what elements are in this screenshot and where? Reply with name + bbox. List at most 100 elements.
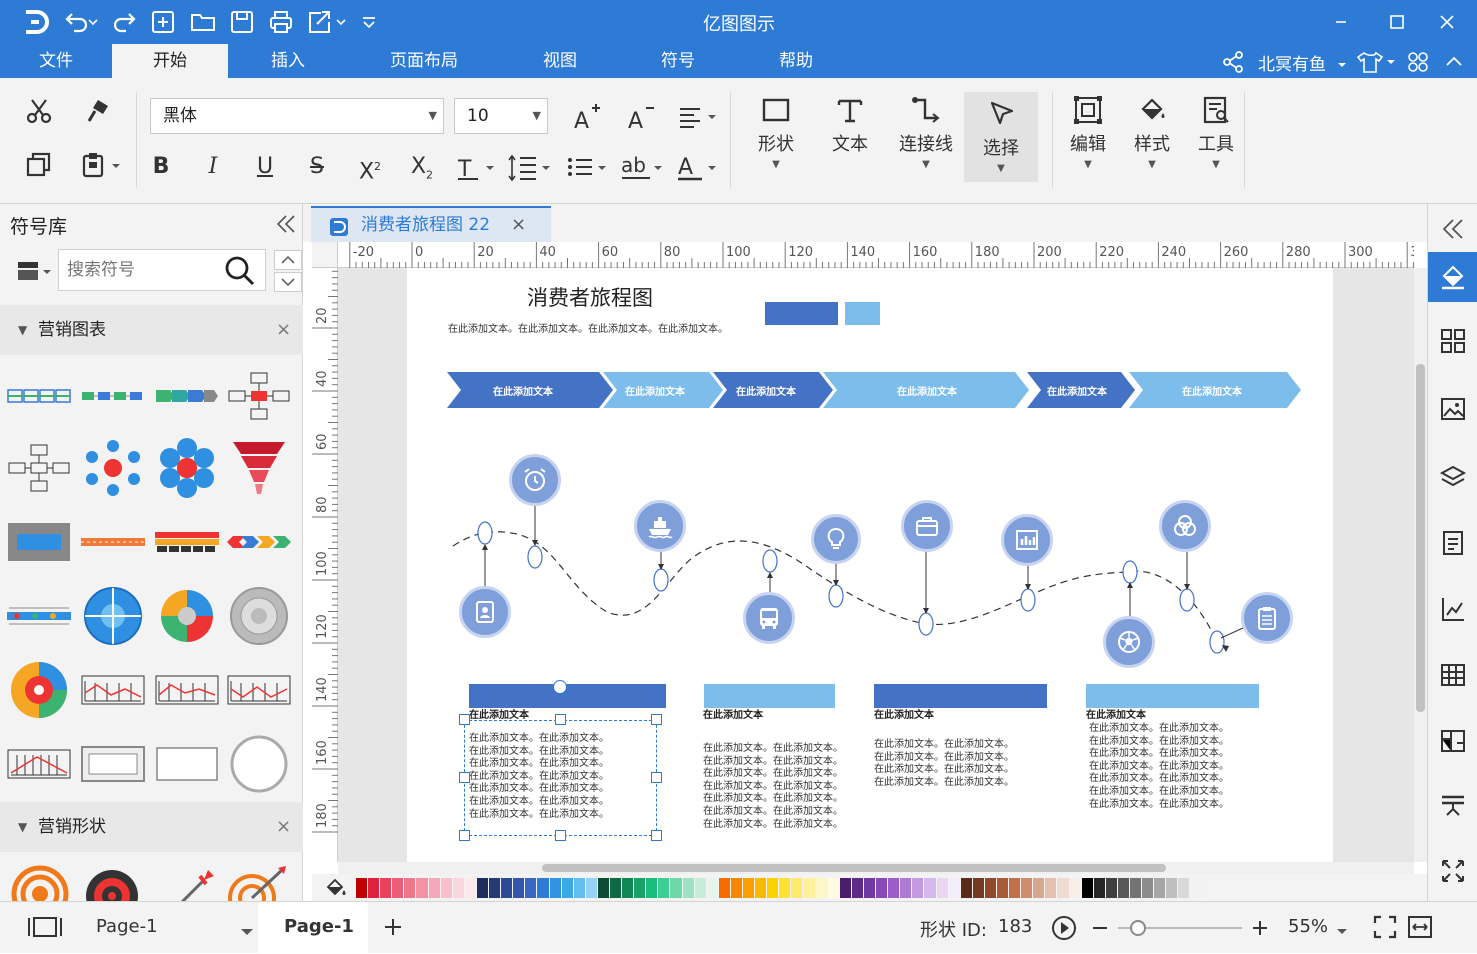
color-swatch[interactable] [694,878,706,898]
zoom-slider[interactable] [1118,916,1242,940]
color-swatch[interactable] [646,878,658,898]
color-swatch[interactable] [815,878,827,898]
color-swatch[interactable] [1069,878,1081,898]
color-swatch[interactable] [1190,878,1202,898]
color-swatch[interactable] [1081,878,1093,898]
color-swatch[interactable] [1093,878,1105,898]
bus-node[interactable] [743,592,795,644]
fullscreen-icon[interactable] [1372,914,1398,940]
maximize-button[interactable] [1382,8,1412,36]
color-swatch[interactable] [368,878,380,898]
color-swatch[interactable] [513,878,525,898]
resize-handle[interactable] [459,714,470,725]
select-tool-button[interactable]: 选择 ▼ [964,92,1038,182]
color-swatch[interactable] [416,878,428,898]
color-swatch[interactable] [1142,878,1154,898]
color-swatch[interactable] [803,878,815,898]
font-color-icon[interactable]: A [676,152,720,182]
symbol-thumbnail[interactable] [154,662,220,718]
align-text-icon[interactable] [678,104,720,130]
briefcase-node[interactable] [901,500,953,552]
color-swatch[interactable] [972,878,984,898]
scroll-up-button[interactable] [274,250,302,270]
menu-page-layout[interactable]: 页面布局 [374,44,474,78]
color-swatch[interactable] [839,878,851,898]
fit-width-icon[interactable] [1406,914,1434,940]
style-tool-button[interactable]: 样式 ▼ [1122,88,1182,172]
close-category-icon[interactable]: × [276,305,291,355]
symbol-thumbnail[interactable] [80,440,146,496]
color-swatch[interactable] [1057,878,1069,898]
horizontal-scrollbar[interactable] [338,862,1414,874]
rotation-handle[interactable] [553,680,567,694]
venn-circles-node[interactable] [1159,500,1211,552]
card-heading[interactable]: 在此添加文本 [469,706,529,721]
bar-chart-node[interactable] [1001,514,1053,566]
symbol-thumbnail[interactable] [154,736,220,792]
open-folder-icon[interactable] [190,9,216,35]
card-header-bar[interactable] [704,684,835,708]
zoom-slider-handle[interactable] [1130,920,1146,936]
color-swatch[interactable] [670,878,682,898]
alarm-clock-node[interactable] [509,454,561,506]
color-swatch[interactable] [1130,878,1142,898]
redo-icon[interactable] [113,10,138,34]
color-swatch[interactable] [900,878,912,898]
ship-node[interactable] [634,500,686,552]
symbol-thumbnail[interactable] [226,662,292,718]
resize-handle[interactable] [555,714,566,725]
color-swatch[interactable] [936,878,948,898]
symbol-thumbnail[interactable] [80,736,146,792]
page-selector-dropdown-icon[interactable] [240,922,254,935]
symbol-thumbnail[interactable] [6,514,72,570]
lightbulb-node[interactable] [811,514,861,564]
color-swatch[interactable] [537,878,549,898]
layers-icon[interactable] [1428,452,1477,502]
symbol-thumbnail[interactable] [6,588,72,644]
color-swatch[interactable] [924,878,936,898]
color-swatch[interactable] [779,878,791,898]
horizontal-scroll-thumb[interactable] [542,864,1166,872]
org-chart-icon[interactable] [1428,716,1477,766]
color-swatch[interactable] [1166,878,1178,898]
resize-handle[interactable] [651,772,662,783]
user-name[interactable]: 北冥有鱼 [1258,50,1326,75]
symbol-thumbnail[interactable] [154,514,220,570]
card-heading[interactable]: 在此添加文本 [703,706,763,721]
new-file-icon[interactable] [150,9,176,35]
format-painter-icon[interactable] [84,96,114,126]
color-swatch[interactable] [622,878,634,898]
color-swatch[interactable] [356,878,368,898]
menu-file[interactable]: 文件 [0,44,112,78]
color-swatch[interactable] [912,878,924,898]
resize-handle[interactable] [651,714,662,725]
vertical-scroll-thumb[interactable] [1416,364,1425,712]
menu-insert[interactable]: 插入 [250,44,326,78]
zoom-in-button[interactable] [1250,918,1270,938]
category-marketing-shapes[interactable]: ▼ 营销形状 × [0,802,303,852]
color-swatch[interactable] [1105,878,1117,898]
color-swatch[interactable] [404,878,416,898]
resize-handle[interactable] [555,830,566,841]
color-swatch[interactable] [609,878,622,898]
zoom-out-button[interactable] [1090,918,1110,938]
card-body[interactable]: 在此添加文本。在此添加文本。 在此添加文本。在此添加文本。 在此添加文本。在此添… [874,739,1014,789]
color-swatch[interactable] [634,878,646,898]
bold-icon[interactable]: B [148,152,174,182]
skin-shirt-icon[interactable] [1356,50,1397,74]
italic-icon[interactable]: I [200,152,226,182]
resize-handle[interactable] [459,830,470,841]
page-selector[interactable]: Page-1 [96,916,158,937]
color-swatch[interactable] [1117,878,1129,898]
symbol-thumbnail[interactable] [226,368,292,424]
symbol-thumbnail[interactable] [228,864,290,901]
zoom-level[interactable]: 55% [1288,916,1328,937]
color-swatch[interactable] [428,878,440,898]
card-header-bar[interactable] [469,684,666,708]
color-swatch[interactable] [489,878,501,898]
symbol-thumbnail[interactable] [80,587,146,645]
subscript-icon[interactable]: X2 [406,152,438,190]
color-swatch[interactable] [984,878,996,898]
library-manager-icon[interactable] [16,258,54,284]
selection-box[interactable] [464,720,657,836]
